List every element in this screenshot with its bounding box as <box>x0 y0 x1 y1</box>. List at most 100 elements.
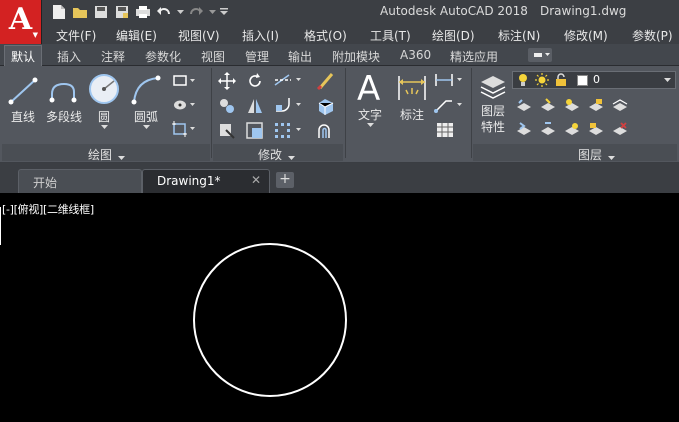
mirror-icon[interactable] <box>246 97 264 118</box>
hatch-icon[interactable] <box>172 98 196 115</box>
draw-panel-title: 绘图 <box>88 148 113 162</box>
undo-icon[interactable] <box>155 3 173 21</box>
menu-insert[interactable]: 插入(I) <box>242 27 279 44</box>
tab-view[interactable]: 视图 <box>201 48 225 65</box>
chevron-down-icon[interactable] <box>118 150 125 164</box>
offset-icon[interactable] <box>316 122 336 143</box>
file-tab-drawing1[interactable]: Drawing1* ✕ <box>142 169 270 193</box>
move-icon[interactable] <box>218 72 236 93</box>
tab-featured-apps[interactable]: 精选应用 <box>450 48 498 65</box>
ribbon-minimize-button[interactable] <box>528 48 552 62</box>
menu-dimension[interactable]: 标注(N) <box>498 27 540 44</box>
chevron-down-icon[interactable] <box>142 125 150 130</box>
rotate-icon[interactable] <box>246 72 264 93</box>
tab-manage[interactable]: 管理 <box>245 48 269 65</box>
scale-icon[interactable] <box>246 122 264 143</box>
redo-dropdown-icon[interactable] <box>208 3 216 21</box>
arc-tool-label: 圆弧 <box>133 110 158 124</box>
file-tab-start[interactable]: 开始 <box>18 169 142 193</box>
tab-parametric[interactable]: 参数化 <box>145 48 181 65</box>
chevron-down-icon[interactable] <box>100 125 108 130</box>
file-tab-label: Drawing1* <box>157 174 221 188</box>
arc-tool-button[interactable]: 圆弧 <box>128 74 164 130</box>
tab-a360[interactable]: A360 <box>400 48 431 62</box>
menu-format[interactable]: 格式(O) <box>304 27 347 44</box>
application-menu-button[interactable]: A ▼ <box>0 0 42 44</box>
redo-icon[interactable] <box>187 3 205 21</box>
layer-properties-button[interactable]: 图层 特性 <box>476 72 510 135</box>
chevron-down-icon[interactable] <box>366 123 374 128</box>
close-icon[interactable]: ✕ <box>251 173 261 187</box>
table-icon[interactable] <box>436 122 454 141</box>
layer-walk-icon[interactable] <box>540 122 556 141</box>
rectangle-icon[interactable] <box>172 74 196 91</box>
tab-home[interactable]: 默认 <box>4 45 43 66</box>
menu-draw[interactable]: 绘图(D) <box>432 27 475 44</box>
save-as-icon[interactable] <box>113 3 131 21</box>
panel-divider <box>345 68 346 158</box>
layer-thaw-icon[interactable] <box>564 122 580 141</box>
polyline-tool-button[interactable]: 多段线 <box>44 74 84 125</box>
dimension-tool-button[interactable]: 标注 <box>394 72 430 123</box>
chevron-down-icon[interactable] <box>664 78 671 83</box>
layer-off-icon[interactable] <box>516 98 532 117</box>
layer-isolate-icon[interactable] <box>540 98 556 117</box>
layer-lock-icon[interactable] <box>588 98 604 117</box>
leader-icon[interactable] <box>434 97 464 116</box>
layer-unlock-icon[interactable] <box>588 122 604 141</box>
panel-divider <box>471 68 472 158</box>
line-tool-button[interactable]: 直线 <box>6 74 40 125</box>
layer-dropdown[interactable]: 0 <box>512 71 676 89</box>
layer-color-swatch <box>577 75 588 86</box>
polyline-tool-label: 多段线 <box>45 110 82 124</box>
layers-panel-title-bar[interactable] <box>473 144 677 161</box>
new-file-icon[interactable] <box>50 3 68 21</box>
line-tool-label: 直线 <box>10 110 35 124</box>
text-a-icon: A <box>357 70 380 104</box>
text-tool-label: 文字 <box>357 108 382 122</box>
dimension-icon <box>398 76 426 100</box>
layer-properties-label-1: 图层 <box>480 104 505 118</box>
stretch-icon[interactable] <box>218 122 236 143</box>
layer-delete-icon[interactable] <box>612 122 628 141</box>
circle-entity[interactable] <box>0 193 679 422</box>
open-file-icon[interactable] <box>71 3 89 21</box>
array-icon[interactable] <box>274 122 304 141</box>
text-tool-button[interactable]: A 文字 <box>352 70 388 128</box>
panel-divider <box>211 68 212 158</box>
dimension-tool-label: 标注 <box>399 108 424 122</box>
quick-access-toolbar <box>50 2 229 22</box>
boundary-icon[interactable] <box>172 121 196 140</box>
tab-annotate[interactable]: 注释 <box>101 48 125 65</box>
copy-icon[interactable] <box>218 97 236 118</box>
menu-view[interactable]: 视图(V) <box>178 27 220 44</box>
undo-dropdown-icon[interactable] <box>176 3 184 21</box>
menu-modify[interactable]: 修改(M) <box>564 27 608 44</box>
circle-tool-label: 圆 <box>97 110 110 124</box>
menu-edit[interactable]: 编辑(E) <box>116 27 157 44</box>
fillet-icon[interactable] <box>274 97 304 116</box>
circle-tool-button[interactable]: 圆 <box>86 72 122 130</box>
trim-icon[interactable] <box>274 72 304 91</box>
menu-file[interactable]: 文件(F) <box>56 27 96 44</box>
tab-insert[interactable]: 插入 <box>57 48 81 65</box>
svg-text:A: A <box>357 70 380 104</box>
menu-tools[interactable]: 工具(T) <box>370 27 411 44</box>
layer-freeze-icon[interactable] <box>564 98 580 117</box>
ribbon-tab-bar: 默认 插入 注释 参数化 视图 管理 输出 附加模块 A360 精选应用 <box>0 44 679 66</box>
menu-parametric[interactable]: 参数(P) <box>632 27 673 44</box>
tab-addins[interactable]: 附加模块 <box>332 48 380 65</box>
chevron-down-icon[interactable] <box>608 150 615 164</box>
layer-match-icon[interactable] <box>612 98 628 117</box>
make-current-icon[interactable] <box>516 122 532 141</box>
chevron-down-icon[interactable] <box>288 150 295 164</box>
drawing-canvas[interactable]: [-][俯视][二维线框] <box>0 193 679 422</box>
customize-qat-icon[interactable] <box>219 3 229 21</box>
plot-icon[interactable] <box>134 3 152 21</box>
linear-dim-icon[interactable] <box>434 72 464 91</box>
solid-edit-icon[interactable] <box>316 97 336 118</box>
tab-output[interactable]: 输出 <box>288 48 312 65</box>
erase-icon[interactable] <box>316 72 336 93</box>
new-tab-button[interactable]: + <box>276 172 294 188</box>
save-icon[interactable] <box>92 3 110 21</box>
